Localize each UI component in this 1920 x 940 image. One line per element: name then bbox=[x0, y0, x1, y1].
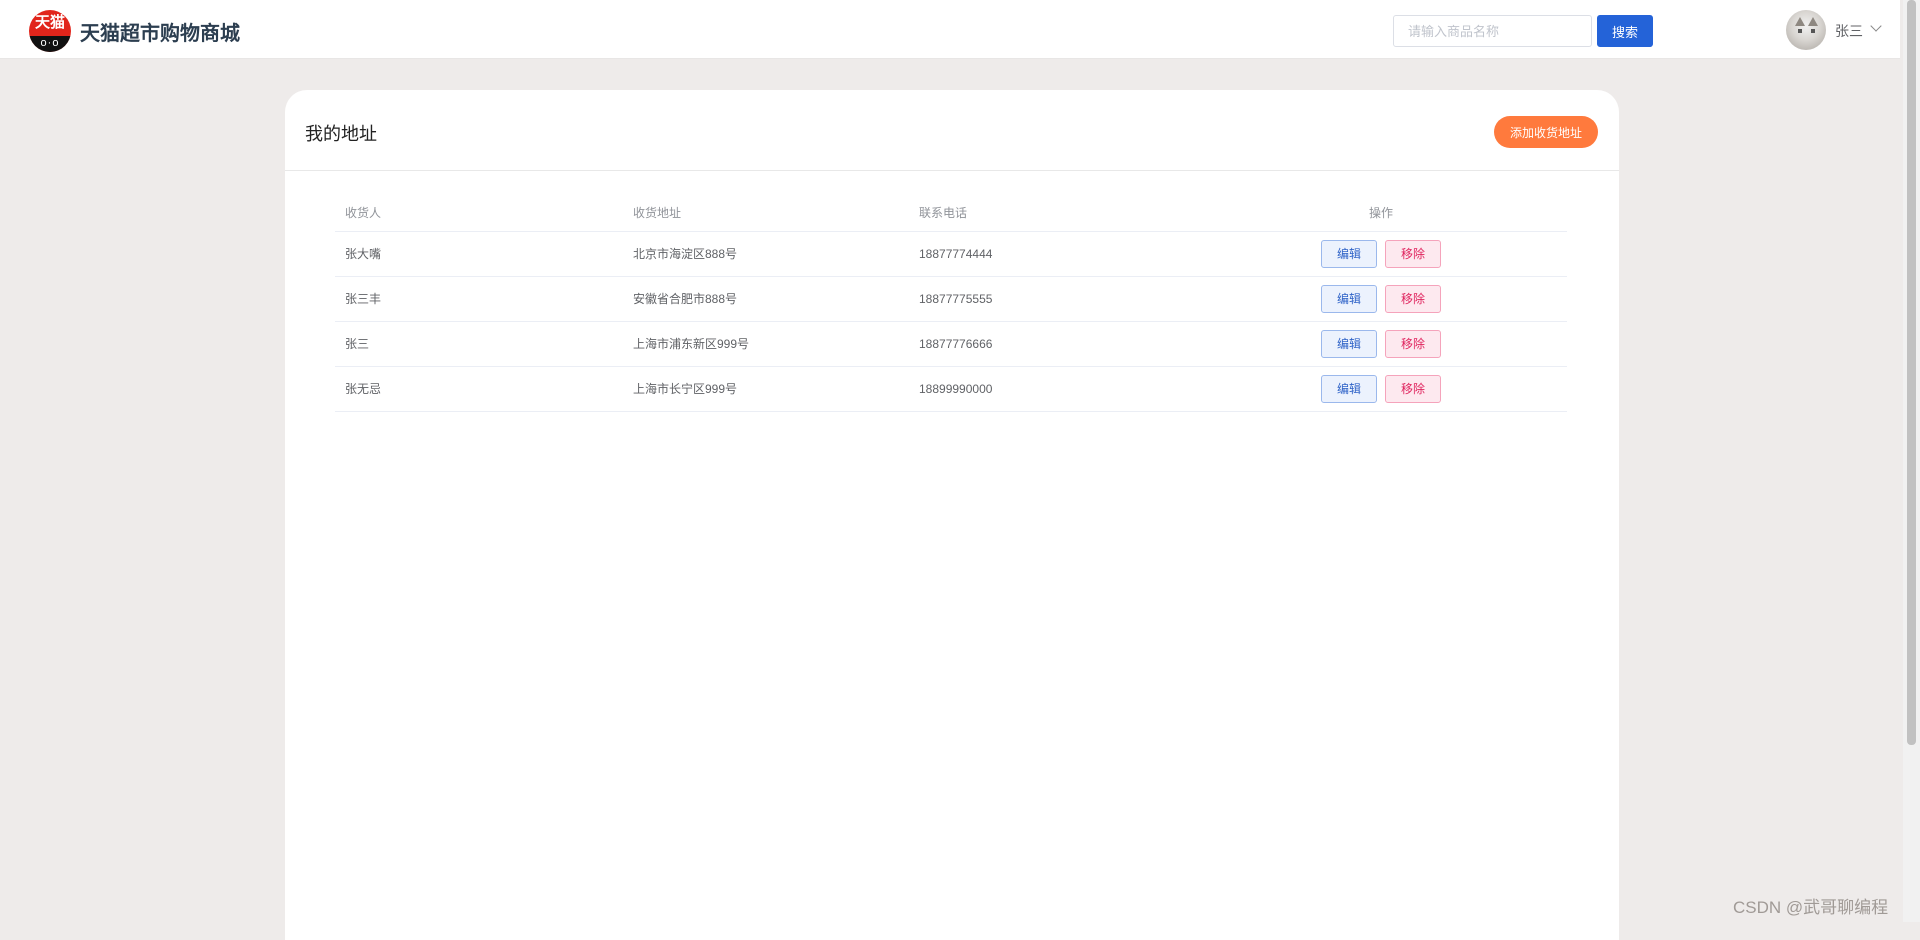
cell-recipient: 张无忌 bbox=[335, 366, 623, 412]
edit-button[interactable]: 编辑 bbox=[1321, 329, 1377, 358]
edit-button[interactable]: 编辑 bbox=[1321, 284, 1377, 313]
remove-button[interactable]: 移除 bbox=[1385, 239, 1441, 268]
edit-button[interactable]: 编辑 bbox=[1321, 239, 1377, 268]
cell-actions: 编辑 移除 bbox=[1195, 366, 1567, 412]
logo-text: 天猫 bbox=[34, 13, 65, 31]
address-card: 我的地址 添加收货地址 收货人 收货地址 联系电话 操作 张大嘴 北京市海淀区8… bbox=[285, 90, 1619, 940]
col-header-address: 收货地址 bbox=[623, 195, 909, 232]
cell-address: 上海市长宁区999号 bbox=[623, 366, 909, 412]
col-header-recipient: 收货人 bbox=[335, 195, 623, 232]
page-title: 我的地址 bbox=[305, 124, 377, 144]
cell-actions: 编辑 移除 bbox=[1195, 321, 1567, 367]
scrollbar-thumb[interactable] bbox=[1907, 0, 1916, 745]
cell-phone: 18877775555 bbox=[909, 276, 1195, 322]
table-row: 张大嘴 北京市海淀区888号 18877774444 编辑 移除 bbox=[335, 231, 1567, 277]
table-row: 张无忌 上海市长宁区999号 18899990000 编辑 移除 bbox=[335, 366, 1567, 412]
user-avatar[interactable] bbox=[1786, 10, 1826, 50]
cat-ear-left bbox=[1795, 17, 1805, 26]
site-title[interactable]: 天猫超市购物商城 bbox=[80, 17, 240, 46]
table-row: 张三丰 安徽省合肥市888号 18877775555 编辑 移除 bbox=[335, 276, 1567, 322]
tmall-logo[interactable]: 天猫 o·o bbox=[29, 10, 71, 52]
user-name[interactable]: 张三 bbox=[1835, 21, 1863, 41]
watermark: CSDN @武哥聊编程 bbox=[1733, 898, 1889, 917]
cell-recipient: 张三 bbox=[335, 321, 623, 367]
remove-button[interactable]: 移除 bbox=[1385, 329, 1441, 358]
page-scrollbar[interactable] bbox=[1903, 0, 1920, 922]
cell-address: 上海市浦东新区999号 bbox=[623, 321, 909, 367]
top-navbar: 天猫 o·o 天猫超市购物商城 搜索 张三 bbox=[0, 0, 1900, 59]
col-header-actions: 操作 bbox=[1195, 195, 1567, 232]
add-address-button[interactable]: 添加收货地址 bbox=[1494, 116, 1598, 148]
table-header-row: 收货人 收货地址 联系电话 操作 bbox=[335, 195, 1567, 232]
cell-recipient: 张大嘴 bbox=[335, 231, 623, 277]
cell-actions: 编辑 移除 bbox=[1195, 231, 1567, 277]
address-table: 收货人 收货地址 联系电话 操作 张大嘴 北京市海淀区888号 18877774… bbox=[335, 195, 1567, 412]
search-input[interactable] bbox=[1393, 15, 1592, 47]
logo-face: o·o bbox=[29, 36, 71, 52]
cell-actions: 编辑 移除 bbox=[1195, 276, 1567, 322]
search-button[interactable]: 搜索 bbox=[1597, 15, 1653, 47]
cell-recipient: 张三丰 bbox=[335, 276, 623, 322]
table-row: 张三 上海市浦东新区999号 18877776666 编辑 移除 bbox=[335, 321, 1567, 367]
card-header: 我的地址 添加收货地址 bbox=[285, 90, 1619, 171]
cell-address: 北京市海淀区888号 bbox=[623, 231, 909, 277]
edit-button[interactable]: 编辑 bbox=[1321, 374, 1377, 403]
cell-phone: 18877774444 bbox=[909, 231, 1195, 277]
remove-button[interactable]: 移除 bbox=[1385, 284, 1441, 313]
cat-eyes bbox=[1798, 29, 1815, 33]
chevron-down-icon[interactable] bbox=[1870, 20, 1882, 32]
cell-phone: 18899990000 bbox=[909, 366, 1195, 412]
cell-phone: 18877776666 bbox=[909, 321, 1195, 367]
col-header-phone: 联系电话 bbox=[909, 195, 1195, 232]
cell-address: 安徽省合肥市888号 bbox=[623, 276, 909, 322]
remove-button[interactable]: 移除 bbox=[1385, 374, 1441, 403]
cat-ear-right bbox=[1808, 17, 1818, 26]
